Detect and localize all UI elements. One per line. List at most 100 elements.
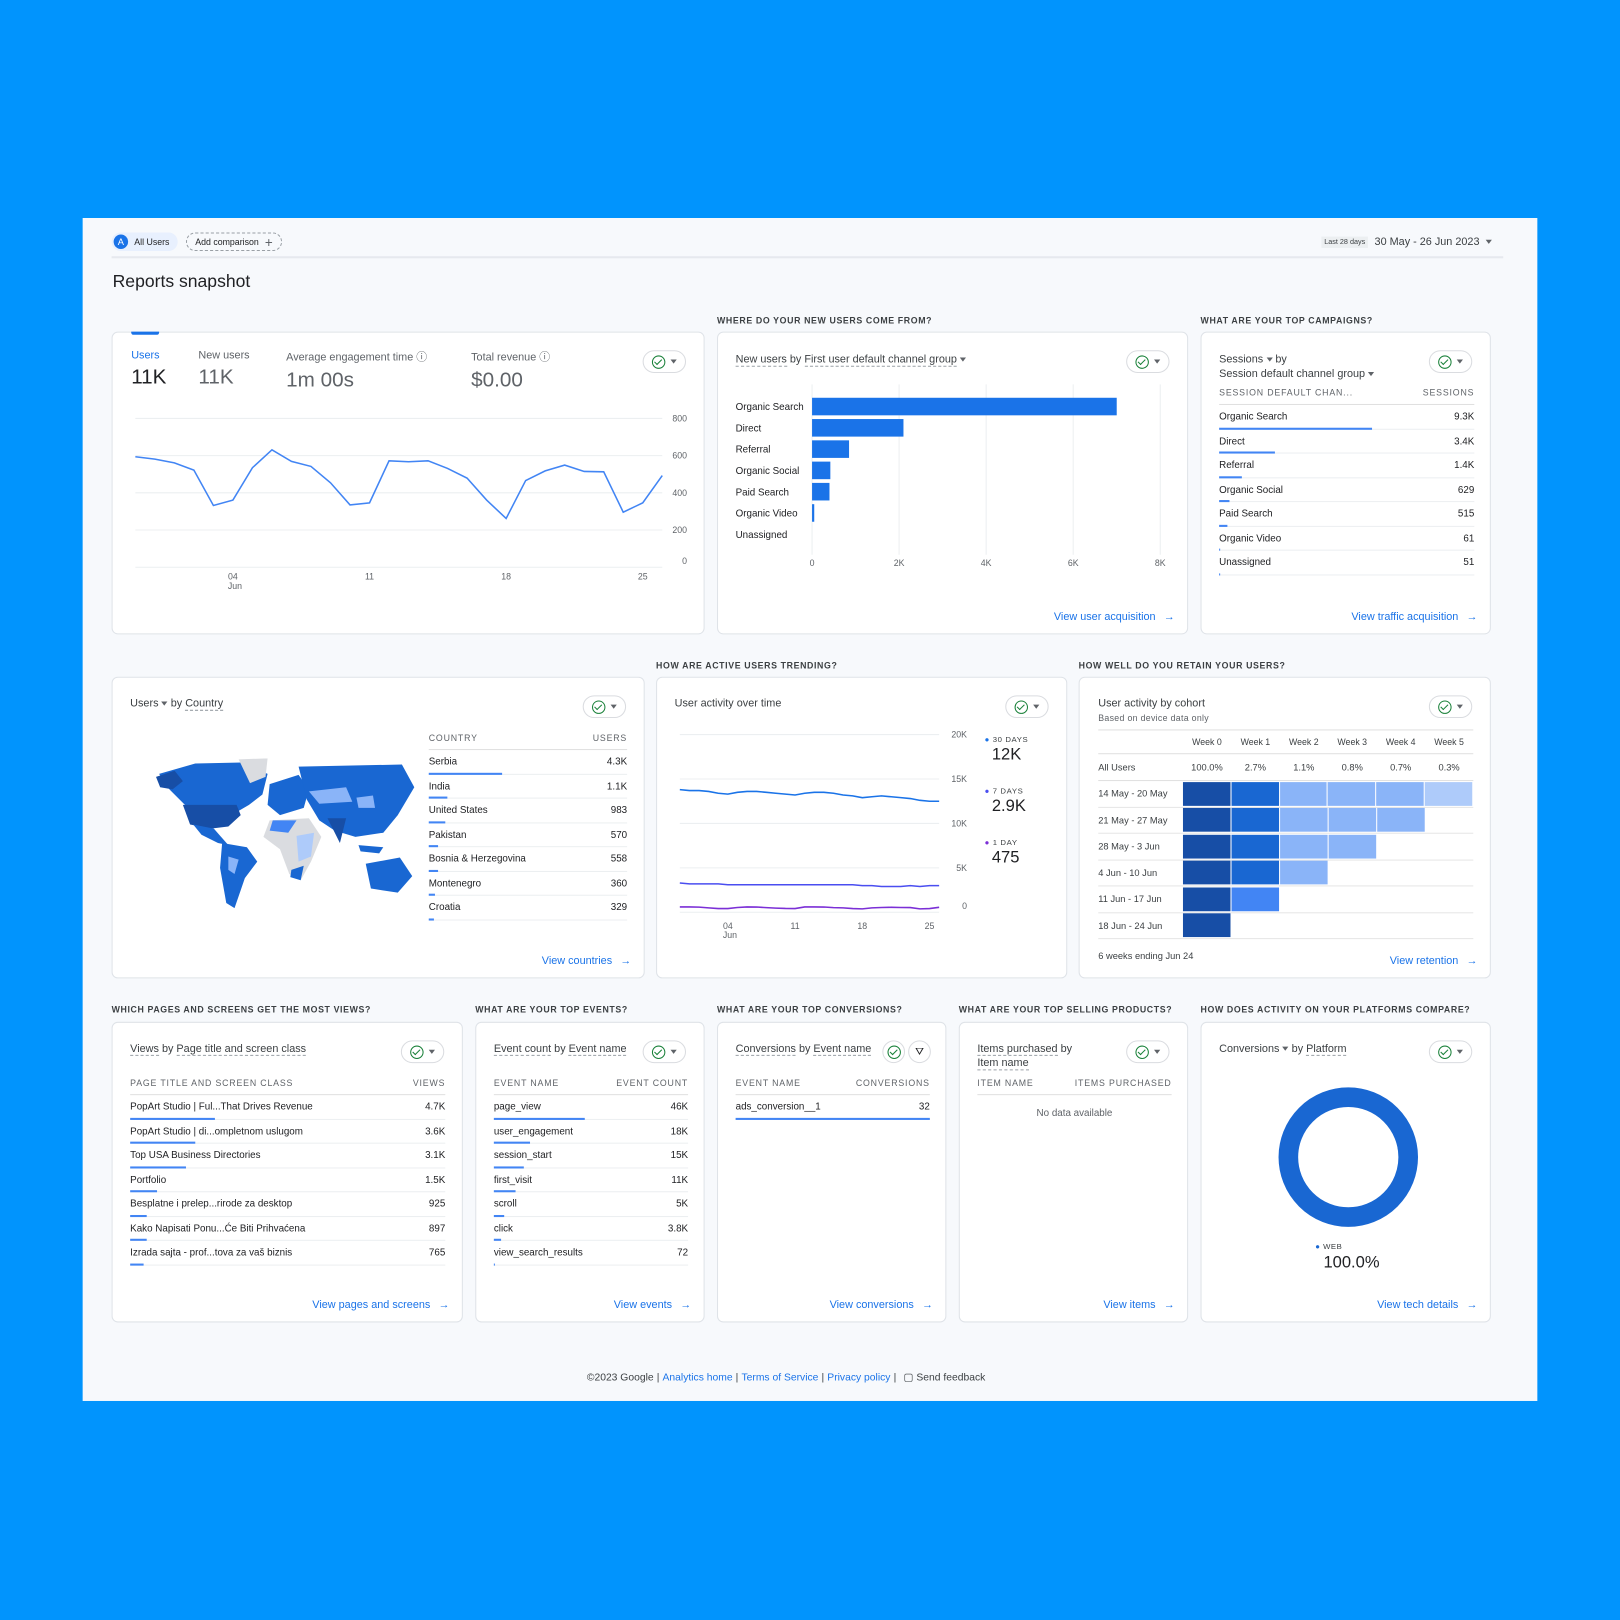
check-button[interactable] bbox=[882, 1040, 906, 1064]
table-row[interactable]: click 3.8K bbox=[493, 1217, 689, 1241]
table-row[interactable]: Direct 3.4K bbox=[1219, 429, 1475, 454]
table-row[interactable]: PopArt Studio | di...ompletnom uslugom 3.… bbox=[130, 1119, 446, 1144]
check-circle-icon bbox=[886, 1045, 901, 1059]
view-tech-details-link[interactable]: View tech details → bbox=[1377, 1299, 1477, 1311]
category-label: Referral bbox=[736, 445, 771, 456]
table-row[interactable]: Referral 1.4K bbox=[1219, 454, 1475, 478]
segment-chip[interactable]: A All Users bbox=[111, 232, 178, 252]
legend-7-days: ● 7 DAYS 2.9K bbox=[984, 786, 1026, 816]
cohort-cell[interactable] bbox=[1231, 808, 1280, 832]
segment-badge: A bbox=[113, 234, 129, 249]
table-row[interactable]: Portfolio 1.5K bbox=[130, 1168, 446, 1193]
table-row[interactable]: Top USA Business Directories 3.1K bbox=[130, 1144, 446, 1168]
table-row[interactable]: Organic Social 629 bbox=[1219, 478, 1475, 503]
card-options-button[interactable] bbox=[642, 1040, 687, 1064]
pages-card: Views by Page title and screen class PAG… bbox=[111, 1021, 463, 1323]
send-feedback-link[interactable]: Send feedback bbox=[916, 1372, 985, 1383]
cohort-cell[interactable] bbox=[1376, 781, 1424, 806]
arrow-right-icon: → bbox=[680, 1298, 692, 1312]
row-label: ads_conversion__1 bbox=[735, 1101, 821, 1113]
cohort-cell[interactable] bbox=[1182, 913, 1231, 938]
y-tick-label: 800 bbox=[672, 414, 687, 424]
platforms-card: Conversions by Platform ● WEB 100.0% Vie… bbox=[1200, 1021, 1491, 1323]
card-options-button[interactable] bbox=[1428, 695, 1473, 719]
table-row[interactable]: Pakistan 570 bbox=[428, 823, 628, 848]
cohort-cell[interactable] bbox=[1231, 781, 1279, 806]
filter-button[interactable]: ⛛ bbox=[908, 1040, 931, 1064]
table-row[interactable]: page_view 46K bbox=[493, 1095, 689, 1120]
card-options-button[interactable] bbox=[1428, 350, 1473, 373]
view-user-acquisition-link[interactable]: View user acquisition → bbox=[1054, 611, 1175, 623]
cohort-cell[interactable] bbox=[1231, 860, 1280, 885]
table-row[interactable]: Organic Search 9.3K bbox=[1219, 405, 1475, 430]
cohort-cell[interactable] bbox=[1280, 860, 1328, 885]
table-row[interactable]: Izrada sajta - prof...tova za vaš biznis… bbox=[130, 1241, 446, 1266]
cohort-cell[interactable] bbox=[1182, 781, 1231, 806]
cohort-cell[interactable] bbox=[1182, 860, 1231, 885]
view-countries-link[interactable]: View countries → bbox=[542, 955, 631, 967]
world-map[interactable] bbox=[154, 758, 423, 913]
view-conversions-link[interactable]: View conversions → bbox=[830, 1299, 933, 1311]
view-events-link[interactable]: View events → bbox=[614, 1299, 691, 1311]
card-options-button[interactable] bbox=[582, 695, 627, 719]
table-row[interactable]: first_visit 11K bbox=[493, 1168, 689, 1193]
card-options-button[interactable] bbox=[1428, 1040, 1473, 1064]
table-row[interactable]: United States 983 bbox=[428, 799, 628, 823]
table-row[interactable]: Paid Search 515 bbox=[1219, 502, 1475, 527]
table-row[interactable]: Besplatne i prelep...rirode za desktop 92… bbox=[130, 1192, 446, 1217]
card-title[interactable]: Users by Country bbox=[130, 696, 224, 711]
row-value: 61 bbox=[1463, 532, 1475, 544]
page-title: Reports snapshot bbox=[112, 271, 251, 292]
cohort-footer: 6 weeks ending Jun 24 bbox=[1098, 950, 1194, 961]
cohort-cell[interactable] bbox=[1279, 781, 1327, 806]
table-row[interactable]: ads_conversion__1 32 bbox=[735, 1095, 930, 1120]
all-users-value: 100.0% bbox=[1191, 761, 1223, 773]
table-row[interactable]: Montenegro 360 bbox=[428, 871, 628, 896]
analytics-home-link[interactable]: Analytics home bbox=[663, 1372, 733, 1383]
card-options-button[interactable] bbox=[1126, 1040, 1170, 1064]
chevron-down-icon bbox=[1456, 359, 1463, 364]
view-items-link[interactable]: View items → bbox=[1103, 1299, 1174, 1311]
table-row[interactable]: scroll 5K bbox=[493, 1192, 689, 1217]
cohort-cell[interactable] bbox=[1182, 834, 1231, 859]
card-title[interactable]: Event count by Event name bbox=[493, 1041, 627, 1056]
table-row[interactable]: Kako Napisati Ponu...Će Biti Prihvaćena 8… bbox=[130, 1217, 446, 1241]
row-label: Montenegro bbox=[428, 877, 482, 890]
card-title[interactable]: Conversions by Event name bbox=[735, 1041, 872, 1056]
view-pages-link[interactable]: View pages and screens → bbox=[312, 1299, 449, 1311]
table-row[interactable]: Organic Video 61 bbox=[1219, 526, 1475, 551]
cohort-cell[interactable] bbox=[1182, 808, 1231, 832]
view-retention-link[interactable]: View retention → bbox=[1390, 955, 1478, 967]
cohort-cell[interactable] bbox=[1377, 808, 1425, 832]
card-title[interactable]: Conversions by Platform bbox=[1219, 1041, 1347, 1056]
terms-link[interactable]: Terms of Service bbox=[741, 1372, 818, 1383]
table-row[interactable]: session_start 15K bbox=[493, 1144, 689, 1168]
date-range-picker[interactable]: Last 28 days 30 May - 26 Jun 2023 bbox=[1321, 236, 1492, 248]
card-options-button[interactable] bbox=[400, 1040, 445, 1064]
row-label: Organic Video bbox=[1219, 532, 1282, 544]
table-row[interactable]: Croatia 329 bbox=[428, 896, 628, 921]
cohort-cell[interactable] bbox=[1182, 887, 1231, 911]
cohort-cell[interactable] bbox=[1280, 834, 1328, 859]
table-row[interactable]: India 1.1K bbox=[428, 774, 628, 799]
cohort-cell[interactable] bbox=[1231, 887, 1280, 911]
row-label: Organic Social bbox=[1219, 484, 1283, 496]
table-row[interactable]: PopArt Studio | Ful...That Drives Revenu… bbox=[130, 1095, 446, 1120]
card-title[interactable]: Sessions by Session default channel group bbox=[1219, 352, 1375, 381]
cohort-cell[interactable] bbox=[1424, 781, 1473, 806]
table-row[interactable]: Bosnia & Herzegovina 558 bbox=[428, 847, 628, 872]
privacy-link[interactable]: Privacy policy bbox=[827, 1372, 890, 1383]
table-row[interactable]: view_search_results 72 bbox=[493, 1241, 689, 1266]
card-title[interactable]: Items purchased by Item name bbox=[977, 1041, 1072, 1071]
add-comparison-button[interactable]: Add comparison + bbox=[185, 232, 283, 252]
table-row[interactable]: user_engagement 18K bbox=[493, 1119, 689, 1144]
table-row[interactable]: Serbia 4.3K bbox=[428, 750, 628, 775]
view-traffic-acquisition-link[interactable]: View traffic acquisition → bbox=[1351, 611, 1477, 623]
cohort-cell[interactable] bbox=[1328, 808, 1377, 832]
cohort-cell[interactable] bbox=[1280, 808, 1328, 832]
cohort-cell[interactable] bbox=[1231, 834, 1280, 859]
table-row[interactable]: Unassigned 51 bbox=[1219, 551, 1475, 575]
card-title[interactable]: Views by Page title and screen class bbox=[130, 1041, 307, 1056]
cohort-cell[interactable] bbox=[1328, 834, 1377, 859]
cohort-cell[interactable] bbox=[1328, 781, 1376, 806]
